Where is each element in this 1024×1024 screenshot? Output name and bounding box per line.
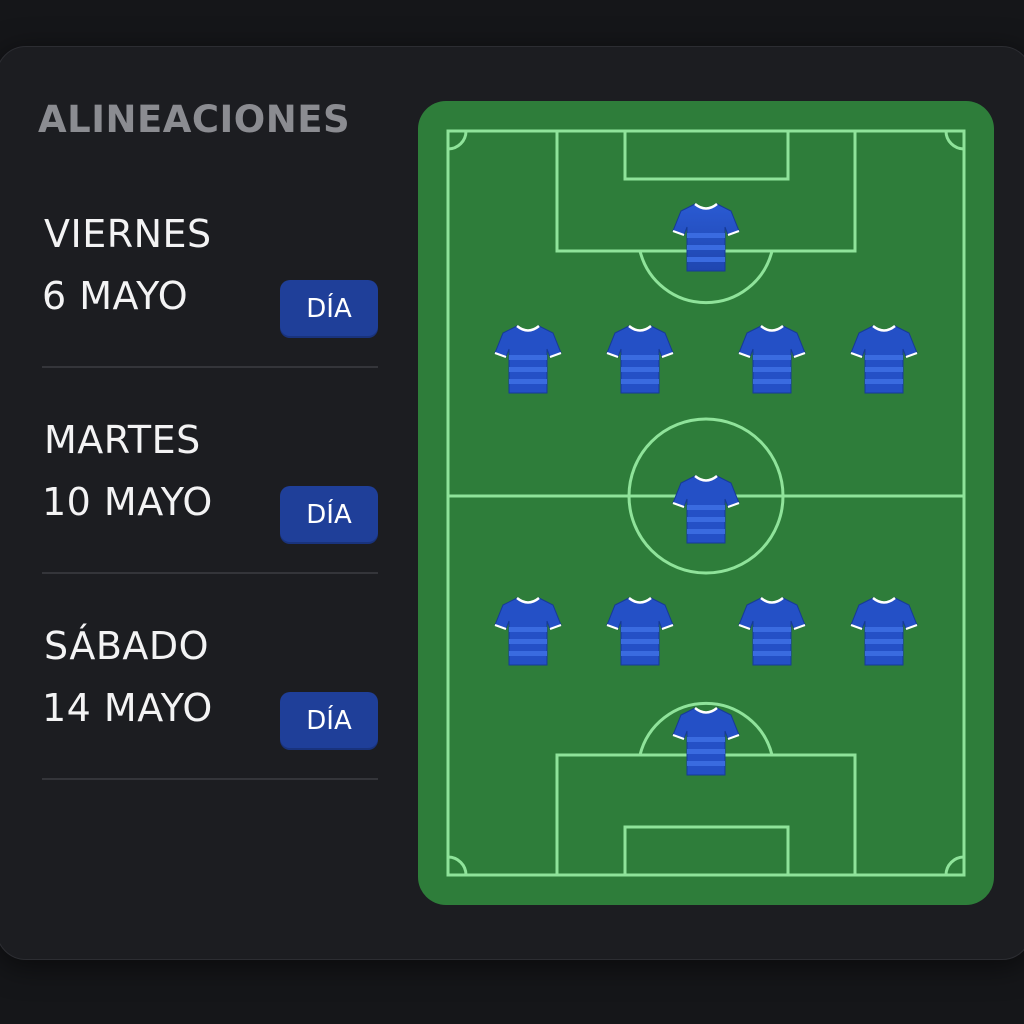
shirt-icon[interactable] [493,323,563,395]
shirt-icon[interactable] [849,323,919,395]
football-pitch [418,101,994,905]
shirt-icon[interactable] [605,323,675,395]
match-date: 6 MAYO [42,274,189,318]
divider [42,572,378,574]
match-date: 14 MAYO [42,686,213,730]
shirt-icon[interactable] [671,201,741,273]
shirt-icon[interactable] [849,595,919,667]
shirt-icon[interactable] [671,473,741,545]
day-button[interactable]: DÍA [280,486,378,544]
shirt-icon[interactable] [737,595,807,667]
day-button[interactable]: DÍA [280,692,378,750]
match-item: SÁBADO 14 MAYO DÍA [42,624,378,830]
shirt-icon[interactable] [671,705,741,777]
divider [42,366,378,368]
divider [42,778,378,780]
shirt-icon[interactable] [605,595,675,667]
panel-title: ALINEACIONES [38,98,351,141]
match-day: MARTES [44,418,201,462]
shirt-icon[interactable] [737,323,807,395]
match-day: VIERNES [44,212,212,256]
match-item: MARTES 10 MAYO DÍA [42,418,378,624]
match-item: VIERNES 6 MAYO DÍA [42,212,378,418]
shirt-icon[interactable] [493,595,563,667]
match-day: SÁBADO [44,624,210,668]
match-date: 10 MAYO [42,480,213,524]
day-button[interactable]: DÍA [280,280,378,338]
